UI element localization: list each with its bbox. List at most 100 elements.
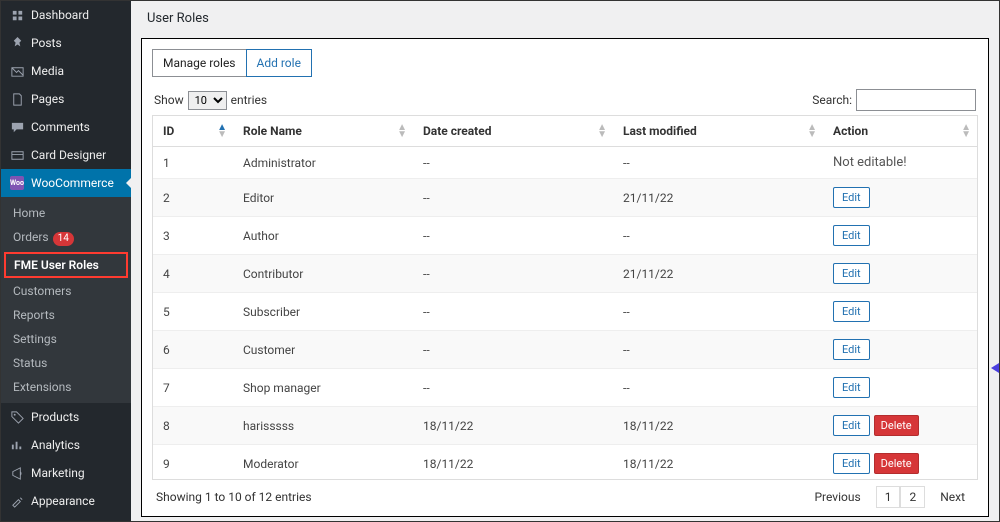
edit-button[interactable]: Edit — [833, 225, 870, 246]
sub-item-status[interactable]: Status — [1, 351, 131, 375]
col-role-name[interactable]: Role Name▲▼ — [233, 116, 413, 147]
sort-icon: ▲▼ — [807, 124, 817, 138]
col-label: Last modified — [623, 124, 697, 138]
cell-id: 2 — [153, 179, 233, 217]
cell-id: 8 — [153, 407, 233, 445]
sidebar-item-comments[interactable]: Comments — [1, 113, 131, 141]
sidebar-item-dashboard[interactable]: Dashboard — [1, 1, 131, 29]
sub-item-label: Extensions — [13, 380, 71, 394]
entries-select[interactable]: 10 — [188, 91, 227, 110]
show-label-prefix: Show — [154, 93, 184, 107]
sidebar-item-media[interactable]: Media — [1, 57, 131, 85]
cell-action: Edit — [823, 179, 977, 217]
page-title: User Roles — [131, 1, 999, 32]
panel: Manage roles Add role Show 10 entries Se… — [141, 38, 989, 517]
sub-item-label: FME User Roles — [14, 258, 99, 272]
edit-button[interactable]: Edit — [833, 415, 870, 436]
not-editable-label: Not editable! — [833, 155, 907, 170]
sidebar-item-label: Media — [31, 64, 64, 78]
table-row: 5Subscriber----Edit — [153, 293, 977, 331]
table-row: 8harisssss18/11/2218/11/22EditDelete — [153, 407, 977, 445]
col-label: ID — [163, 124, 174, 138]
cell-created: -- — [413, 331, 613, 369]
paginator: Previous 12 Next — [805, 486, 974, 508]
next-page[interactable]: Next — [931, 486, 974, 508]
sidebar-item-card-designer[interactable]: Card Designer — [1, 141, 131, 169]
cell-id: 9 — [153, 445, 233, 481]
edit-button[interactable]: Edit — [833, 339, 870, 360]
edit-button[interactable]: Edit — [833, 377, 870, 398]
cell-id: 4 — [153, 255, 233, 293]
sub-item-customers[interactable]: Customers — [1, 279, 131, 303]
sidebar-item-label: Appearance — [31, 494, 95, 508]
cell-action: Not editable! — [823, 147, 977, 179]
delete-button[interactable]: Delete — [874, 415, 919, 436]
tab-add-role[interactable]: Add role — [246, 49, 312, 77]
page-icon — [9, 91, 25, 107]
sidebar-item-plugins[interactable]: Plugins8 — [1, 515, 131, 521]
col-id[interactable]: ID ▲▼ — [153, 116, 233, 147]
sort-icon: ▲▼ — [217, 124, 227, 138]
cell-action: Edit — [823, 331, 977, 369]
cell-action: EditDelete — [823, 407, 977, 445]
edit-button[interactable]: Edit — [833, 187, 870, 208]
cell-modified: 21/11/22 — [613, 179, 823, 217]
sidebar-item-pages[interactable]: Pages — [1, 85, 131, 113]
sub-item-settings[interactable]: Settings — [1, 327, 131, 351]
cell-modified: 18/11/22 — [613, 407, 823, 445]
cell-role-name: Shop manager — [233, 369, 413, 407]
cell-id: 3 — [153, 217, 233, 255]
sidebar-item-products[interactable]: Products — [1, 403, 131, 431]
sidebar-item-analytics[interactable]: Analytics — [1, 431, 131, 459]
sub-item-orders[interactable]: Orders14 — [1, 225, 131, 251]
cell-role-name: Customer — [233, 331, 413, 369]
page-1[interactable]: 1 — [876, 486, 901, 508]
edit-button[interactable]: Edit — [833, 263, 870, 284]
cell-action: EditDelete — [823, 445, 977, 481]
sidebar-item-posts[interactable]: Posts — [1, 29, 131, 57]
table-row: 6Customer----Edit — [153, 331, 977, 369]
roles-table: ID▲▼Role Name▲▼Date created▲▼Last modifi… — [153, 116, 977, 480]
cell-created: -- — [413, 369, 613, 407]
woo-icon: Woo — [9, 175, 25, 191]
col-action[interactable]: Action▲▼ — [823, 116, 977, 147]
sidebar-item-woocommerce[interactable]: WooWooCommerce — [1, 169, 131, 197]
edit-button[interactable]: Edit — [833, 453, 870, 474]
tabbar: Manage roles Add role — [152, 49, 978, 77]
sub-item-extensions[interactable]: Extensions — [1, 375, 131, 399]
cell-role-name: Subscriber — [233, 293, 413, 331]
sub-item-reports[interactable]: Reports — [1, 303, 131, 327]
col-last-modified[interactable]: Last modified ▲▼ — [613, 116, 823, 147]
sub-item-label: Customers — [13, 284, 71, 298]
comment-icon — [9, 119, 25, 135]
table-row: 1Administrator----Not editable! — [153, 147, 977, 179]
edit-button[interactable]: Edit — [833, 301, 870, 322]
col-date-created[interactable]: Date created▲▼ — [413, 116, 613, 147]
sub-item-fme-user-roles[interactable]: FME User Roles — [4, 252, 128, 278]
sub-item-label: Reports — [13, 308, 55, 322]
prev-page[interactable]: Previous — [805, 486, 869, 508]
cell-id: 7 — [153, 369, 233, 407]
cell-modified: -- — [613, 293, 823, 331]
page-2[interactable]: 2 — [900, 486, 925, 508]
sidebar-item-label: Analytics — [31, 438, 80, 452]
search-input[interactable] — [856, 89, 976, 111]
table-row: 2Editor--21/11/22Edit — [153, 179, 977, 217]
tab-manage-roles[interactable]: Manage roles — [152, 49, 246, 77]
sub-item-label: Status — [13, 356, 47, 370]
cell-created: -- — [413, 147, 613, 179]
table-row: 7Shop manager----Edit — [153, 369, 977, 407]
sub-item-home[interactable]: Home — [1, 201, 131, 225]
sidebar-item-label: Marketing — [31, 466, 85, 480]
sidebar-item-marketing[interactable]: Marketing — [1, 459, 131, 487]
cell-id: 6 — [153, 331, 233, 369]
cell-created: 18/11/22 — [413, 407, 613, 445]
cell-created: -- — [413, 179, 613, 217]
tag-icon — [9, 409, 25, 425]
delete-button[interactable]: Delete — [874, 453, 919, 474]
sidebar-item-appearance[interactable]: Appearance — [1, 487, 131, 515]
sidebar-item-label: Card Designer — [31, 148, 106, 162]
brush-icon — [9, 493, 25, 509]
sort-icon: ▲▼ — [961, 124, 971, 138]
pin-icon — [9, 35, 25, 51]
